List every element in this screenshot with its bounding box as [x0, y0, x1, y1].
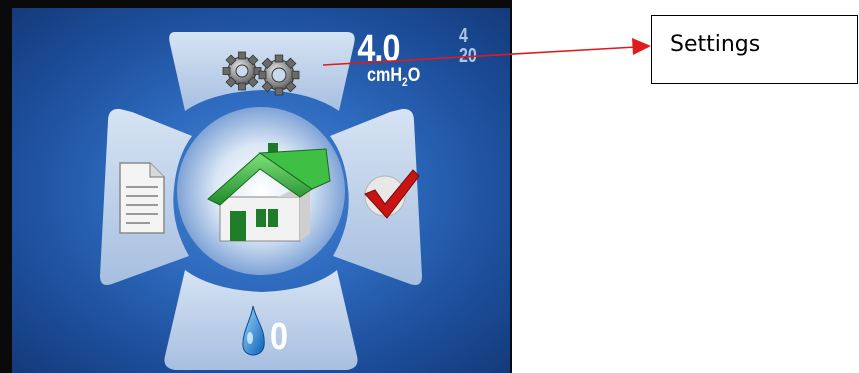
home-button[interactable] — [177, 107, 345, 275]
pressure-unit: cmH2O — [367, 65, 421, 89]
callout-label: Settings — [670, 32, 761, 57]
menu-wheel — [100, 32, 422, 370]
humidity-panel[interactable] — [164, 270, 358, 370]
document-icon — [119, 162, 165, 234]
humidity-value: 0 — [270, 316, 288, 358]
settings-callout: Settings — [651, 15, 858, 84]
side-value-bottom: 20 — [459, 45, 477, 67]
device-screen: 4.0 cmH2O 4 20 0 — [0, 0, 512, 373]
lcd-display: 4.0 cmH2O 4 20 0 — [12, 8, 510, 373]
